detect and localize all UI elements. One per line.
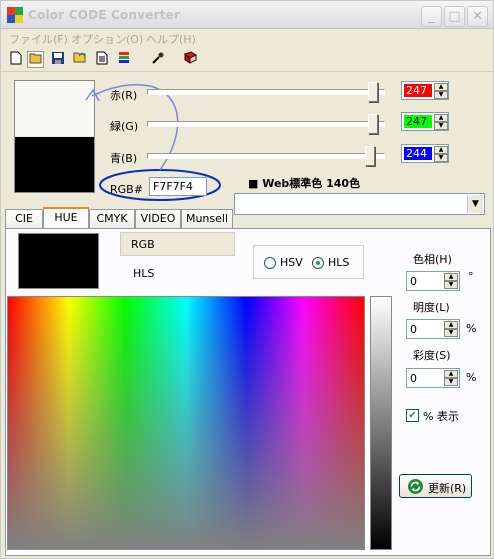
red-down-button[interactable]: ▼ [434, 91, 448, 99]
lightness-down-button[interactable]: ▼ [444, 329, 458, 337]
lightness-bar[interactable] [370, 296, 392, 550]
hue-value[interactable]: 0 [410, 275, 417, 288]
hue-up-button[interactable]: ▲ [444, 273, 458, 281]
blue-down-button[interactable]: ▼ [434, 154, 448, 162]
red-spin[interactable]: 247 ▲ ▼ [401, 81, 449, 100]
green-slider-track[interactable] [147, 121, 385, 127]
hue-saturation-field[interactable] [7, 296, 365, 550]
mode-radio-group: HSV HLS [253, 245, 364, 279]
update-button-label[interactable]: 更新(R) [428, 480, 466, 496]
tab-cie[interactable]: CIE [5, 209, 43, 229]
rgb-code-label: RGB# [110, 183, 143, 196]
green-slider-thumb[interactable] [367, 114, 378, 134]
rgb-code-input[interactable]: F7F7F4 [149, 177, 207, 196]
lightness-unit: % [466, 322, 477, 335]
hue-unit: ° [468, 270, 474, 283]
tab-cmyk[interactable]: CMYK [89, 209, 135, 229]
red-label: 赤(R) [110, 89, 138, 102]
percent-checkbox[interactable]: ✔ [406, 409, 419, 422]
green-down-button[interactable]: ▼ [434, 122, 448, 130]
blue-value[interactable]: 244 [404, 147, 432, 160]
green-spin[interactable]: 247 ▲ ▼ [401, 112, 449, 131]
web-color-select[interactable]: ▼ [234, 193, 485, 215]
hsv-radio[interactable] [264, 257, 276, 269]
tab-munsell[interactable]: Munsell [181, 209, 233, 229]
blue-up-button[interactable]: ▲ [434, 146, 448, 154]
blue-slider-thumb[interactable] [365, 146, 376, 166]
hue-color-preview [18, 233, 99, 289]
lightness-value[interactable]: 0 [410, 323, 417, 336]
rgb-readout-label: RGB [131, 238, 155, 251]
blue-slider-track[interactable] [147, 153, 385, 159]
percent-checkbox-label[interactable]: % 表示 [423, 408, 459, 424]
saturation-spin[interactable]: 0 ▲ ▼ [406, 368, 460, 388]
saturation-value[interactable]: 0 [410, 372, 417, 385]
red-up-button[interactable]: ▲ [434, 83, 448, 91]
red-slider-thumb[interactable] [367, 82, 378, 102]
hue-down-button[interactable]: ▼ [444, 281, 458, 289]
saturation-down-button[interactable]: ▼ [444, 378, 458, 386]
web-color-label: ■ Web標準色 140色 [248, 177, 361, 190]
hue-spin[interactable]: 0 ▲ ▼ [406, 271, 460, 291]
tab-hue[interactable]: HUE [43, 207, 89, 229]
lightness-label: 明度(L) [413, 301, 450, 314]
refresh-icon [408, 479, 423, 494]
red-value[interactable]: 247 [404, 84, 432, 97]
green-value[interactable]: 247 [404, 115, 432, 128]
rgb-readout: RGB [120, 232, 235, 256]
dropdown-arrow-icon[interactable]: ▼ [467, 195, 483, 213]
lightness-up-button[interactable]: ▲ [444, 321, 458, 329]
lightness-spin[interactable]: 0 ▲ ▼ [406, 319, 460, 339]
hls-label[interactable]: HLS [328, 256, 349, 269]
hsv-label[interactable]: HSV [280, 256, 303, 269]
blue-spin[interactable]: 244 ▲ ▼ [401, 144, 449, 163]
saturation-unit: % [466, 371, 477, 384]
blue-label: 青(B) [110, 152, 138, 165]
green-label: 緑(G) [110, 120, 139, 133]
tab-video[interactable]: VIDEO [135, 209, 181, 229]
saturation-up-button[interactable]: ▲ [444, 370, 458, 378]
saturation-label: 彩度(S) [413, 349, 451, 362]
green-up-button[interactable]: ▲ [434, 114, 448, 122]
red-slider-track[interactable] [147, 89, 385, 95]
hls-radio[interactable] [312, 257, 324, 269]
update-button[interactable]: 更新(R) [399, 474, 472, 498]
hue-label: 色相(H) [413, 253, 452, 266]
hls-readout-label: HLS [133, 267, 155, 280]
